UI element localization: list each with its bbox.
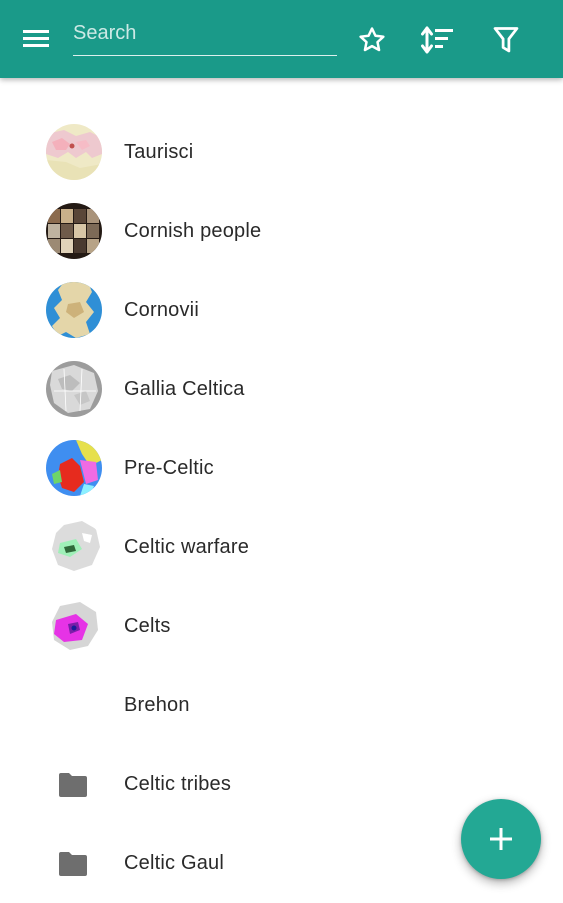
item-label: Celts [124,615,171,637]
item-label: Pre-Celtic [124,457,214,479]
item-label: Gallia Celtica [124,378,245,400]
list-item[interactable]: Gallia Celtica [0,350,563,429]
filter-icon [493,27,519,53]
sort-icon [421,26,453,54]
list-item[interactable]: Pre-Celtic [0,429,563,508]
item-label: Cornovii [124,299,199,321]
article-list: Taurisci Cornish people Cornovii Gallia … [0,113,563,903]
item-label: Taurisci [124,141,194,163]
folder-icon [59,852,87,876]
sort-button[interactable] [418,20,458,60]
map-thumbnail [46,598,102,654]
map-thumbnail [46,282,102,338]
add-button[interactable] [461,799,541,879]
item-label: Celtic tribes [124,773,232,795]
list-item[interactable]: Cornish people [0,192,563,271]
map-thumbnail [46,519,102,575]
list-item[interactable]: Celtic warfare [0,508,563,587]
list-item[interactable]: Celts [0,587,563,666]
folder-icon [59,773,87,797]
map-thumbnail [46,361,102,417]
favorites-button[interactable] [352,20,392,60]
plus-icon [490,828,512,850]
filter-button[interactable] [486,20,526,60]
app-bar [0,0,563,78]
map-thumbnail [46,124,102,180]
search-bar [73,18,337,58]
item-label: Celtic warfare [124,536,250,558]
list-item[interactable]: Taurisci [0,113,563,192]
map-thumbnail [46,440,102,496]
portrait-collage-thumbnail [46,203,102,259]
list-item[interactable]: Brehon [0,666,563,745]
item-label: Celtic Gaul [124,852,225,874]
item-label: Cornish people [124,220,262,242]
menu-button[interactable] [22,27,58,53]
star-outline-icon [359,27,385,52]
list-item[interactable]: Cornovii [0,271,563,350]
hamburger-menu-icon [23,30,49,47]
item-label: Brehon [124,694,190,716]
search-input[interactable] [73,18,337,56]
